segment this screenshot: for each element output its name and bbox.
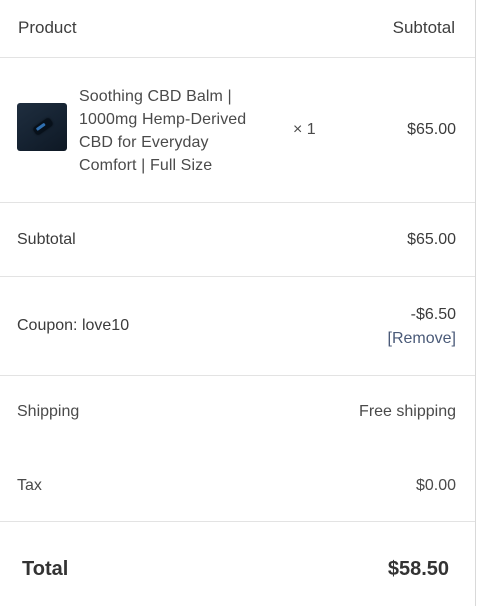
subtotal-divider	[0, 276, 475, 277]
product-name-line: Comfort | Full Size	[79, 157, 213, 174]
tax-label: Tax	[17, 477, 42, 494]
column-header-subtotal: Subtotal	[392, 18, 455, 37]
product-name: Soothing CBD Balm | 1000mg Hemp-Derived …	[79, 85, 279, 177]
subtotal-label: Subtotal	[17, 231, 76, 248]
remove-coupon-link[interactable]: [Remove]	[388, 329, 456, 349]
order-review-table: Product Subtotal Soothing CBD Balm | 100…	[0, 0, 476, 606]
tax-value: $0.00	[415, 477, 456, 494]
shipping-label: Shipping	[17, 403, 80, 420]
product-thumbnail	[17, 103, 67, 151]
header-divider	[0, 57, 475, 58]
order-total-value: $58.50	[387, 558, 449, 580]
subtotal-value: $65.00	[407, 231, 456, 248]
product-name-line: 1000mg Hemp-Derived	[79, 111, 247, 128]
coupon-label: Coupon: love10	[17, 317, 130, 334]
tax-divider	[0, 521, 475, 522]
order-total-label: Total	[22, 558, 69, 580]
product-name-line: Soothing CBD Balm |	[79, 88, 232, 105]
product-line-total: $65.00	[407, 121, 456, 138]
shipping-value: Free shipping	[359, 403, 456, 420]
column-header-product: Product	[18, 18, 77, 37]
coupon-discount-amount: -$6.50	[410, 306, 456, 323]
line-item-divider	[0, 202, 475, 203]
balm-tube-image	[32, 117, 54, 136]
product-name-line: CBD for Everyday	[79, 134, 209, 151]
product-quantity: × 1	[293, 121, 316, 138]
coupon-divider	[0, 375, 475, 376]
